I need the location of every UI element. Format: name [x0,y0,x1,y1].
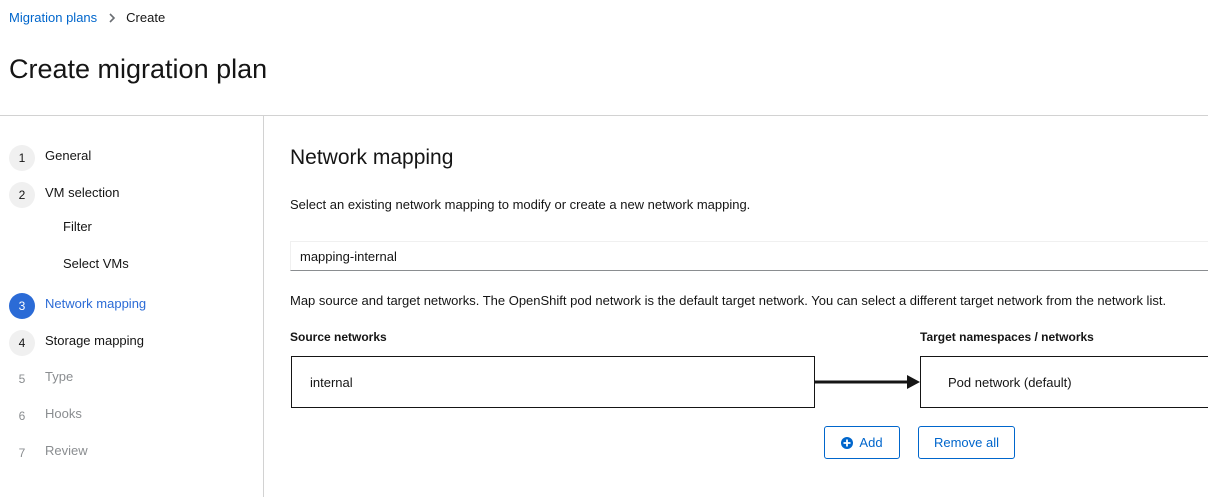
step-number: 6 [18,409,26,423]
step-label: Network mapping [45,295,147,311]
step-number: 5 [18,372,26,386]
remove-all-label: Remove all [933,435,1000,450]
plus-circle-icon [841,436,854,449]
network-mapping-select[interactable]: mapping-internal [290,241,1208,271]
wizard-substep-filter[interactable]: Filter [63,219,92,234]
step-label: Storage mapping [45,332,145,348]
source-network-select[interactable]: internal [291,356,815,408]
step-number: 2 [9,182,35,208]
wizard-step-type: 5 Type [9,363,74,389]
step-number: 1 [9,145,35,171]
wizard-substep-select-vms[interactable]: Select VMs [63,256,129,271]
step-label: Type [45,368,74,384]
wizard-step-review: 7 Review [9,437,88,463]
intro-text: Select an existing network mapping to mo… [290,197,751,212]
mapping-arrow-icon [815,375,920,389]
remove-all-button[interactable]: Remove all [918,426,1015,459]
target-network-select[interactable]: Pod network (default) [920,356,1208,408]
breadcrumb: Migration plans Create [9,10,165,25]
breadcrumb-current: Create [126,10,166,25]
chevron-right-icon [109,12,116,23]
step-label: Review [45,442,88,458]
source-network-value: internal [310,374,353,390]
breadcrumb-link-migration-plans[interactable]: Migration plans [9,10,97,25]
network-mapping-select-value: mapping-internal [300,248,397,264]
step-number: 7 [18,446,26,460]
add-mapping-label: Add [859,435,883,450]
wizard-step-general[interactable]: 1 General [9,142,92,171]
wizard-step-vm-selection[interactable]: 2 VM selection [9,179,120,208]
add-mapping-button[interactable]: Add [824,426,900,459]
step-number: 3 [9,293,35,319]
step-label: General [45,147,92,163]
wizard-step-network-mapping[interactable]: 3 Network mapping [9,290,147,319]
target-networks-header: Target namespaces / networks [920,330,1094,344]
page-title: Create migration plan [9,54,268,84]
help-text: Map source and target networks. The Open… [290,293,1167,308]
section-title: Network mapping [290,146,454,169]
step-label: Hooks [45,405,82,421]
step-number: 4 [9,330,35,356]
source-networks-header: Source networks [290,330,387,344]
wizard-step-hooks: 6 Hooks [9,400,82,426]
step-label: VM selection [45,184,120,200]
target-network-value: Pod network (default) [948,374,1072,390]
wizard-step-storage-mapping[interactable]: 4 Storage mapping [9,327,145,356]
